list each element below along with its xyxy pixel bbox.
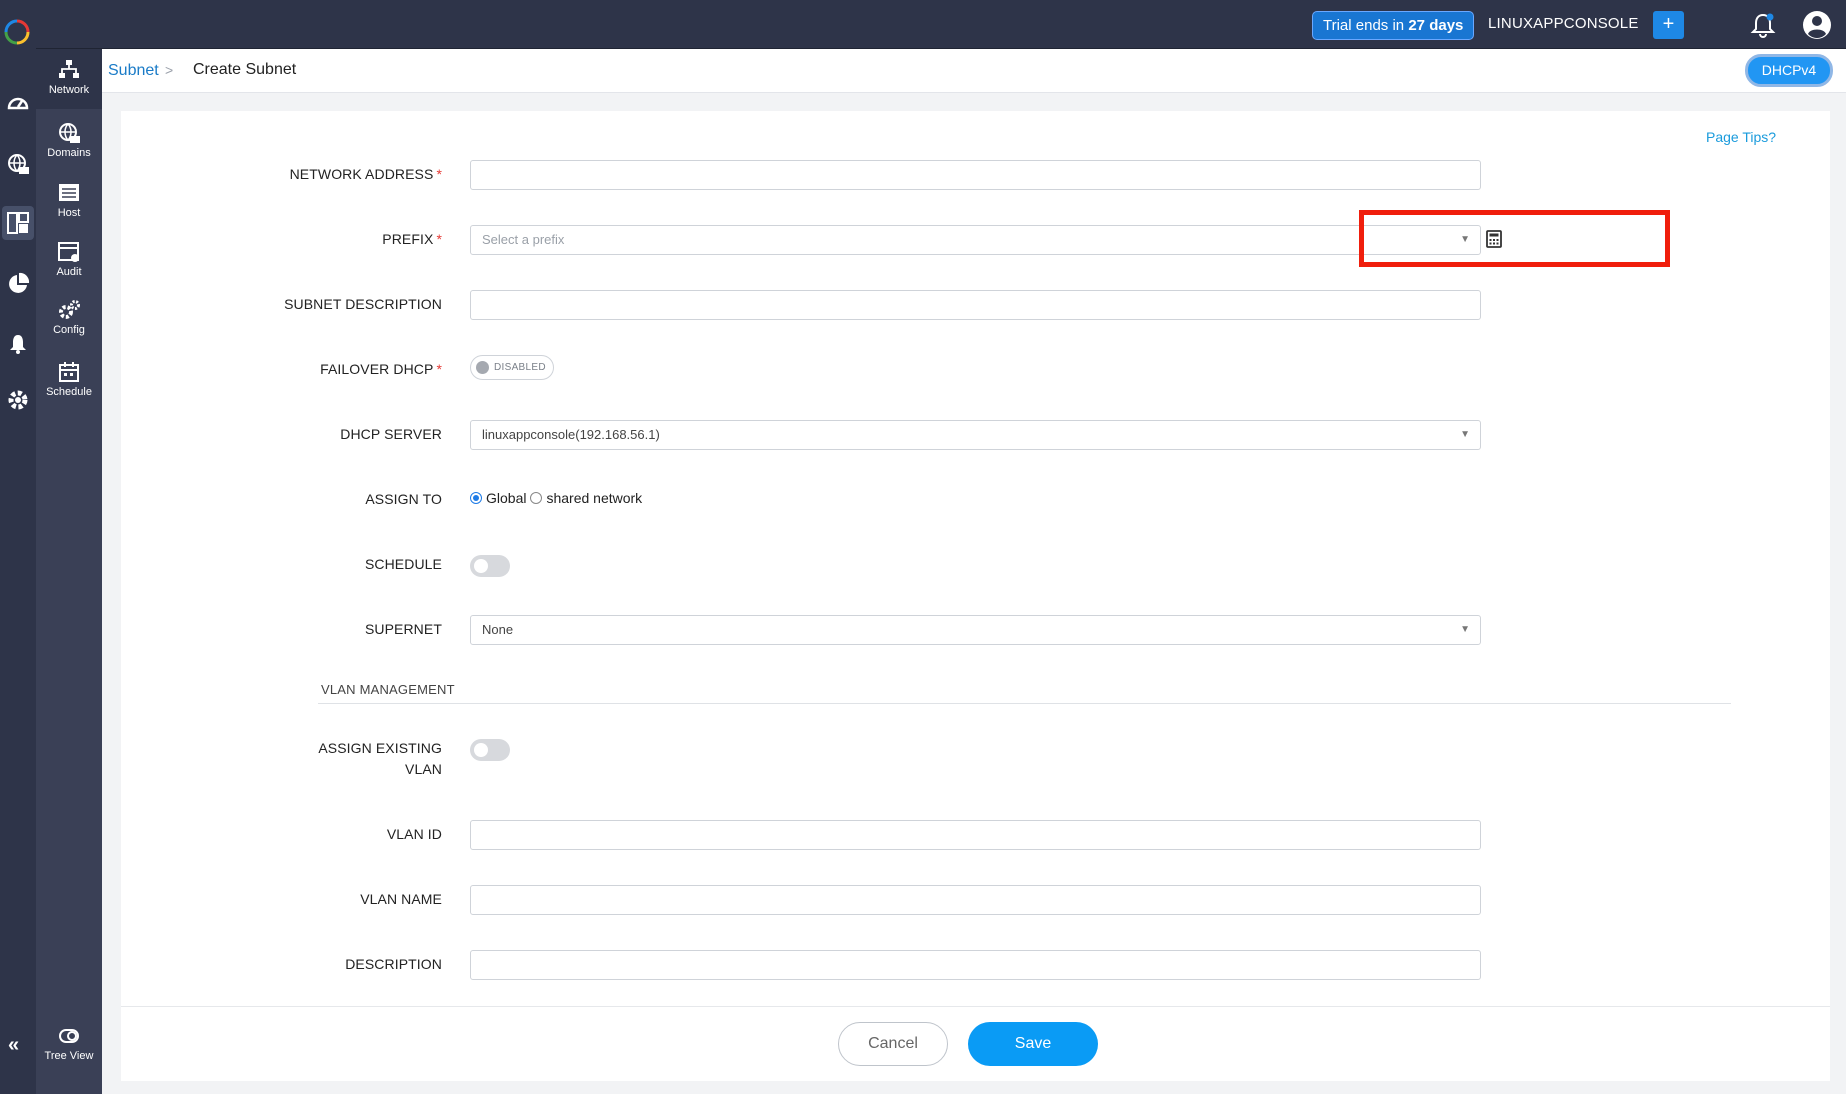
domains-icon <box>59 123 80 143</box>
page-title: Create Subnet <box>193 61 297 78</box>
toggle-state-text: DISABLED <box>494 362 546 373</box>
reports-icon[interactable] <box>6 272 30 296</box>
vlan-name-label: VLAN NAME <box>360 891 442 907</box>
assign-existing-vlan-switch[interactable] <box>470 739 510 761</box>
user-avatar-icon[interactable] <box>1802 10 1832 40</box>
subnet-description-input[interactable] <box>470 290 1481 320</box>
schedule-switch[interactable] <box>470 555 510 577</box>
switch-knob <box>474 743 488 757</box>
prefix-select[interactable]: Select a prefix ▼ <box>470 225 1481 255</box>
switch-knob <box>474 559 488 573</box>
nav-item-audit[interactable]: Audit <box>36 231 102 291</box>
prefix-label: PREFIX * <box>382 229 442 250</box>
nav-label: Network <box>48 84 90 96</box>
nav-label: Domains <box>47 147 91 159</box>
page-tips-link[interactable]: Page Tips? <box>1706 129 1776 145</box>
supernet-label: SUPERNET <box>364 621 442 637</box>
vlan-name-input[interactable] <box>470 885 1481 915</box>
tree-view-label: Tree View <box>44 1050 94 1062</box>
schedule-label: SCHEDULE <box>364 556 442 572</box>
host-icon <box>59 184 79 201</box>
required-mark: * <box>436 166 442 182</box>
vlan-id-label: VLAN ID <box>386 826 442 842</box>
cancel-button[interactable]: Cancel <box>838 1022 948 1066</box>
failover-dhcp-toggle[interactable]: DISABLED <box>470 355 554 380</box>
description-label: DESCRIPTION <box>345 956 442 972</box>
toggle-icon <box>59 1029 79 1043</box>
account-name[interactable]: LINUXAPPCONSOLE <box>1488 15 1639 32</box>
breadcrumb-separator: > <box>165 62 174 78</box>
network-address-input[interactable] <box>470 160 1481 190</box>
nav-label: Config <box>53 324 85 336</box>
page-header <box>102 49 1846 93</box>
dns-icon[interactable] <box>6 152 30 176</box>
dropdown-caret-icon: ▼ <box>1460 624 1470 635</box>
tree-view-toggle[interactable]: Tree View <box>36 1020 102 1080</box>
nav-item-schedule[interactable]: Schedule <box>36 351 102 411</box>
audit-icon <box>58 242 79 262</box>
collapse-sidebar-icon[interactable]: « <box>8 1034 19 1057</box>
trial-days: 27 <box>1408 17 1426 34</box>
nav-label: Host <box>57 207 81 219</box>
required-mark: * <box>436 361 442 377</box>
ipam-icon[interactable] <box>2 206 34 240</box>
description-input[interactable] <box>470 950 1481 980</box>
nav-label: Schedule <box>46 386 92 398</box>
breadcrumb-subnet[interactable]: Subnet <box>108 62 159 80</box>
app-logo-icon[interactable] <box>3 18 31 46</box>
notification-bell-icon[interactable] <box>1750 11 1776 39</box>
highlight-box <box>1359 210 1670 267</box>
radio-shared-network-label[interactable]: shared network <box>546 490 642 506</box>
network-address-label: NETWORK ADDRESS * <box>290 164 442 185</box>
schedule-icon <box>59 362 79 382</box>
dhcp-server-value: linuxappconsole(192.168.56.1) <box>482 427 660 442</box>
label-line-1: ASSIGN EXISTING <box>318 740 442 756</box>
radio-global-label[interactable]: Global <box>486 490 526 506</box>
nav-item-config[interactable]: Config <box>36 291 102 351</box>
label-text: NETWORK ADDRESS <box>289 166 434 182</box>
vlan-section-title: VLAN MANAGEMENT <box>321 682 455 697</box>
radio-shared-network[interactable] <box>530 492 543 504</box>
supernet-select[interactable]: None ▼ <box>470 615 1481 645</box>
nav-item-host[interactable]: Host <box>36 171 102 231</box>
trial-suffix: days <box>1429 17 1464 34</box>
assign-to-label: ASSIGN TO <box>365 491 442 507</box>
assign-to-radio-group: Global shared network <box>470 490 646 506</box>
dhcp-server-select[interactable]: linuxappconsole(192.168.56.1) ▼ <box>470 420 1481 450</box>
label-text: PREFIX <box>382 231 434 247</box>
settings-icon[interactable] <box>6 388 30 412</box>
assign-existing-vlan-label: ASSIGN EXISTING VLAN <box>318 738 442 780</box>
required-mark: * <box>436 231 442 247</box>
network-icon <box>59 60 79 78</box>
dropdown-caret-icon: ▼ <box>1460 429 1470 440</box>
trial-badge[interactable]: Trial ends in 27 days <box>1312 11 1475 40</box>
nav-item-network[interactable]: Network <box>36 49 102 109</box>
add-button[interactable]: + <box>1653 11 1684 39</box>
nav-item-domains[interactable]: Domains <box>36 111 102 171</box>
vlan-id-input[interactable] <box>470 820 1481 850</box>
radio-global[interactable] <box>470 492 482 504</box>
subnet-description-label: SUBNET DESCRIPTION <box>284 296 442 312</box>
trial-prefix: Trial ends in <box>1323 17 1405 34</box>
failover-dhcp-label: FAILOVER DHCP * <box>320 359 442 380</box>
nav-label: Audit <box>56 266 82 278</box>
toggle-knob <box>476 361 489 374</box>
config-icon <box>59 300 80 319</box>
prefix-placeholder: Select a prefix <box>482 232 565 247</box>
dhcp-server-label: DHCP SERVER <box>340 426 442 442</box>
label-line-2: VLAN <box>405 761 442 777</box>
save-button[interactable]: Save <box>968 1022 1098 1066</box>
protocol-toggle-button[interactable]: DHCPv4 <box>1745 54 1833 87</box>
dashboard-icon[interactable] <box>6 92 30 116</box>
label-text: FAILOVER DHCP <box>320 361 434 377</box>
supernet-value: None <box>482 622 514 637</box>
section-divider <box>318 703 1731 704</box>
alarms-icon[interactable] <box>6 331 30 355</box>
